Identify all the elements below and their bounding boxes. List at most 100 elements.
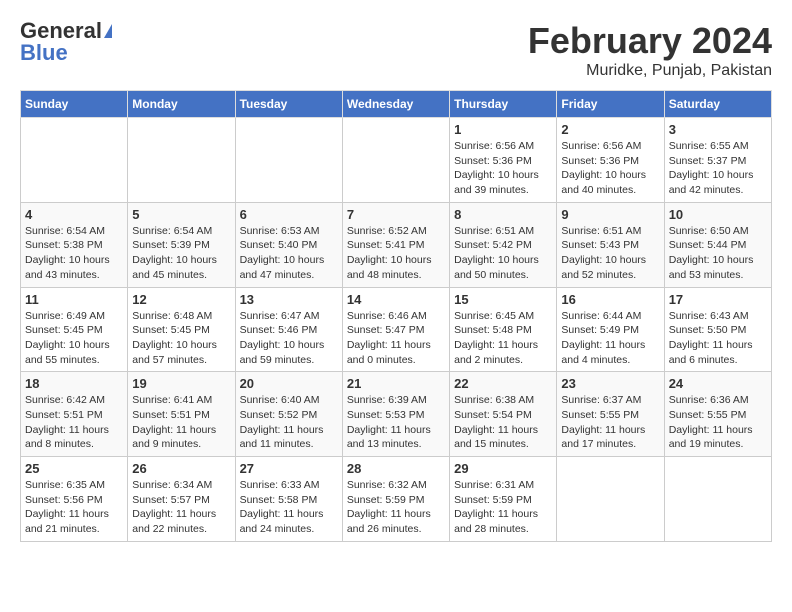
- day-number: 18: [25, 376, 123, 391]
- day-number: 6: [240, 207, 338, 222]
- calendar-cell: 12 Sunrise: 6:48 AMSunset: 5:45 PMDayligh…: [128, 287, 235, 372]
- day-number: 10: [669, 207, 767, 222]
- header-row: SundayMondayTuesdayWednesdayThursdayFrid…: [21, 91, 772, 118]
- day-header-wednesday: Wednesday: [342, 91, 449, 118]
- day-info: Sunrise: 6:49 AMSunset: 5:45 PMDaylight:…: [25, 309, 123, 368]
- calendar-cell: [21, 118, 128, 203]
- calendar-cell: 22Sunrise: 6:38 AMSunset: 5:54 PMDayligh…: [450, 372, 557, 457]
- calendar-cell: 9 Sunrise: 6:51 AMSunset: 5:43 PMDaylight…: [557, 202, 664, 287]
- day-info: Sunrise: 6:36 AMSunset: 5:55 PMDaylight:…: [669, 393, 767, 452]
- calendar-cell: 14Sunrise: 6:46 AMSunset: 5:47 PMDayligh…: [342, 287, 449, 372]
- calendar-cell: 24Sunrise: 6:36 AMSunset: 5:55 PMDayligh…: [664, 372, 771, 457]
- logo-blue-text: Blue: [20, 40, 68, 65]
- day-number: 9: [561, 207, 659, 222]
- day-number: 13: [240, 292, 338, 307]
- calendar-cell: 16 Sunrise: 6:44 AMSunset: 5:49 PMDayligh…: [557, 287, 664, 372]
- week-row-4: 18 Sunrise: 6:42 AMSunset: 5:51 PMDayligh…: [21, 372, 772, 457]
- calendar-cell: 3 Sunrise: 6:55 AMSunset: 5:37 PMDaylight…: [664, 118, 771, 203]
- day-info: Sunrise: 6:42 AMSunset: 5:51 PMDaylight:…: [25, 393, 123, 452]
- day-info: Sunrise: 6:39 AMSunset: 5:53 PMDaylight:…: [347, 393, 445, 452]
- day-number: 4: [25, 207, 123, 222]
- day-number: 20: [240, 376, 338, 391]
- day-info: Sunrise: 6:34 AMSunset: 5:57 PMDaylight:…: [132, 478, 230, 537]
- calendar-title: February 2024: [528, 20, 772, 62]
- day-number: 22: [454, 376, 552, 391]
- week-row-5: 25 Sunrise: 6:35 AMSunset: 5:56 PMDayligh…: [21, 457, 772, 542]
- day-number: 27: [240, 461, 338, 476]
- day-info: Sunrise: 6:56 AMSunset: 5:36 PMDaylight:…: [561, 139, 659, 198]
- calendar-cell: [235, 118, 342, 203]
- calendar-cell: 1 Sunrise: 6:56 AMSunset: 5:36 PMDaylight…: [450, 118, 557, 203]
- calendar-cell: 7Sunrise: 6:52 AMSunset: 5:41 PMDaylight…: [342, 202, 449, 287]
- day-info: Sunrise: 6:32 AMSunset: 5:59 PMDaylight:…: [347, 478, 445, 537]
- day-info: Sunrise: 6:51 AMSunset: 5:43 PMDaylight:…: [561, 224, 659, 283]
- day-info: Sunrise: 6:48 AMSunset: 5:45 PMDaylight:…: [132, 309, 230, 368]
- day-info: Sunrise: 6:51 AMSunset: 5:42 PMDaylight:…: [454, 224, 552, 283]
- calendar-cell: 15 Sunrise: 6:45 AMSunset: 5:48 PMDayligh…: [450, 287, 557, 372]
- calendar-cell: 8 Sunrise: 6:51 AMSunset: 5:42 PMDaylight…: [450, 202, 557, 287]
- day-header-friday: Friday: [557, 91, 664, 118]
- day-header-saturday: Saturday: [664, 91, 771, 118]
- day-number: 8: [454, 207, 552, 222]
- day-info: Sunrise: 6:50 AMSunset: 5:44 PMDaylight:…: [669, 224, 767, 283]
- day-info: Sunrise: 6:35 AMSunset: 5:56 PMDaylight:…: [25, 478, 123, 537]
- day-number: 5: [132, 207, 230, 222]
- calendar-cell: 10 Sunrise: 6:50 AMSunset: 5:44 PMDayligh…: [664, 202, 771, 287]
- day-info: Sunrise: 6:56 AMSunset: 5:36 PMDaylight:…: [454, 139, 552, 198]
- day-info: Sunrise: 6:41 AMSunset: 5:51 PMDaylight:…: [132, 393, 230, 452]
- calendar-cell: 13Sunrise: 6:47 AMSunset: 5:46 PMDayligh…: [235, 287, 342, 372]
- day-number: 15: [454, 292, 552, 307]
- day-number: 3: [669, 122, 767, 137]
- day-info: Sunrise: 6:55 AMSunset: 5:37 PMDaylight:…: [669, 139, 767, 198]
- day-info: Sunrise: 6:40 AMSunset: 5:52 PMDaylight:…: [240, 393, 338, 452]
- day-info: Sunrise: 6:52 AMSunset: 5:41 PMDaylight:…: [347, 224, 445, 283]
- calendar-cell: 4 Sunrise: 6:54 AMSunset: 5:38 PMDaylight…: [21, 202, 128, 287]
- day-number: 1: [454, 122, 552, 137]
- calendar-cell: 5Sunrise: 6:54 AMSunset: 5:39 PMDaylight…: [128, 202, 235, 287]
- day-number: 19: [132, 376, 230, 391]
- day-number: 16: [561, 292, 659, 307]
- day-number: 2: [561, 122, 659, 137]
- calendar-cell: 2 Sunrise: 6:56 AMSunset: 5:36 PMDaylight…: [557, 118, 664, 203]
- day-info: Sunrise: 6:43 AMSunset: 5:50 PMDaylight:…: [669, 309, 767, 368]
- week-row-3: 11 Sunrise: 6:49 AMSunset: 5:45 PMDayligh…: [21, 287, 772, 372]
- logo: General Blue: [20, 20, 112, 65]
- calendar-cell: 27 Sunrise: 6:33 AMSunset: 5:58 PMDayligh…: [235, 457, 342, 542]
- day-header-monday: Monday: [128, 91, 235, 118]
- day-number: 21: [347, 376, 445, 391]
- calendar-cell: 26 Sunrise: 6:34 AMSunset: 5:57 PMDayligh…: [128, 457, 235, 542]
- calendar-cell: 17 Sunrise: 6:43 AMSunset: 5:50 PMDayligh…: [664, 287, 771, 372]
- day-info: Sunrise: 6:37 AMSunset: 5:55 PMDaylight:…: [561, 393, 659, 452]
- day-header-thursday: Thursday: [450, 91, 557, 118]
- day-number: 12: [132, 292, 230, 307]
- week-row-2: 4 Sunrise: 6:54 AMSunset: 5:38 PMDaylight…: [21, 202, 772, 287]
- day-number: 17: [669, 292, 767, 307]
- calendar-cell: [342, 118, 449, 203]
- day-info: Sunrise: 6:44 AMSunset: 5:49 PMDaylight:…: [561, 309, 659, 368]
- day-number: 14: [347, 292, 445, 307]
- logo-general-text: General: [20, 20, 102, 42]
- calendar-cell: 23 Sunrise: 6:37 AMSunset: 5:55 PMDayligh…: [557, 372, 664, 457]
- header: General Blue February 2024 Muridke, Punj…: [20, 20, 772, 80]
- calendar-cell: 28 Sunrise: 6:32 AMSunset: 5:59 PMDayligh…: [342, 457, 449, 542]
- day-number: 25: [25, 461, 123, 476]
- calendar-cell: 20 Sunrise: 6:40 AMSunset: 5:52 PMDayligh…: [235, 372, 342, 457]
- day-number: 11: [25, 292, 123, 307]
- day-info: Sunrise: 6:54 AMSunset: 5:38 PMDaylight:…: [25, 224, 123, 283]
- day-header-sunday: Sunday: [21, 91, 128, 118]
- calendar-cell: 19 Sunrise: 6:41 AMSunset: 5:51 PMDayligh…: [128, 372, 235, 457]
- day-number: 26: [132, 461, 230, 476]
- calendar-cell: 18 Sunrise: 6:42 AMSunset: 5:51 PMDayligh…: [21, 372, 128, 457]
- day-number: 28: [347, 461, 445, 476]
- day-number: 29: [454, 461, 552, 476]
- logo-triangle-icon: [104, 24, 112, 38]
- calendar-subtitle: Muridke, Punjab, Pakistan: [528, 62, 772, 80]
- calendar-cell: [664, 457, 771, 542]
- calendar-cell: [128, 118, 235, 203]
- day-number: 23: [561, 376, 659, 391]
- calendar-cell: 29Sunrise: 6:31 AMSunset: 5:59 PMDayligh…: [450, 457, 557, 542]
- calendar-cell: 25 Sunrise: 6:35 AMSunset: 5:56 PMDayligh…: [21, 457, 128, 542]
- calendar-cell: 11 Sunrise: 6:49 AMSunset: 5:45 PMDayligh…: [21, 287, 128, 372]
- day-info: Sunrise: 6:45 AMSunset: 5:48 PMDaylight:…: [454, 309, 552, 368]
- day-info: Sunrise: 6:33 AMSunset: 5:58 PMDaylight:…: [240, 478, 338, 537]
